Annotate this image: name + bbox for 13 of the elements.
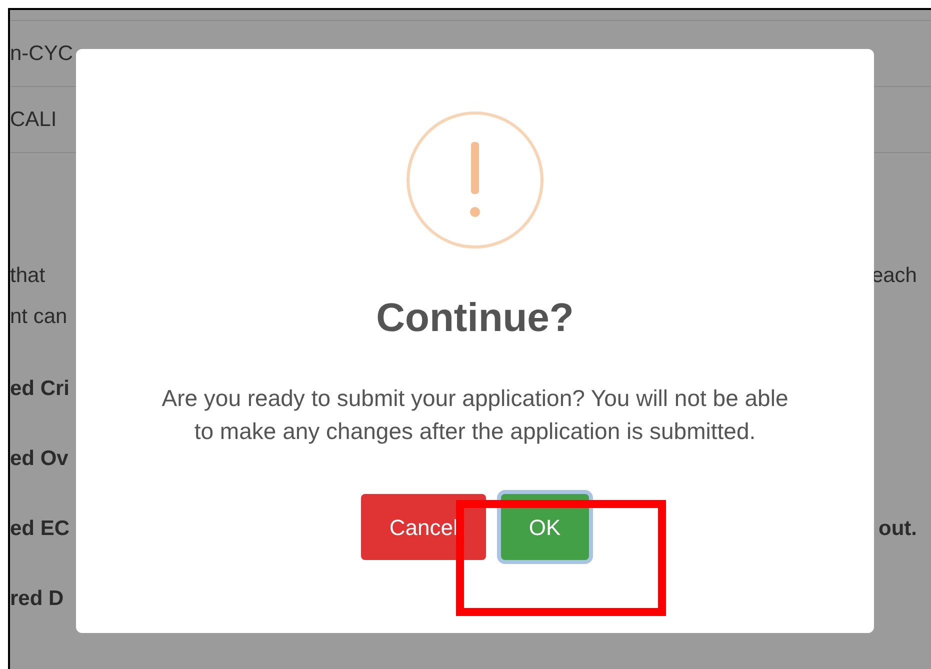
dialog-message: Are you ready to submit your application? You will not be able to make any changes after the application is submitted. (160, 384, 790, 446)
page-text: ed EC (10, 516, 70, 542)
page-text: ed Cri (10, 376, 70, 402)
cancel-button[interactable]: Cancel (361, 494, 486, 560)
page-text: nt can (10, 304, 68, 330)
page-text: that (10, 262, 46, 289)
row-text: n-CYC (10, 40, 74, 67)
page-text: ed Ov (10, 446, 68, 472)
dialog-title: Continue? (376, 295, 574, 342)
row-text: CALI (10, 106, 57, 133)
page-text: red D (10, 586, 64, 612)
exclamation-icon (405, 110, 545, 250)
page-text: out. (878, 516, 917, 542)
